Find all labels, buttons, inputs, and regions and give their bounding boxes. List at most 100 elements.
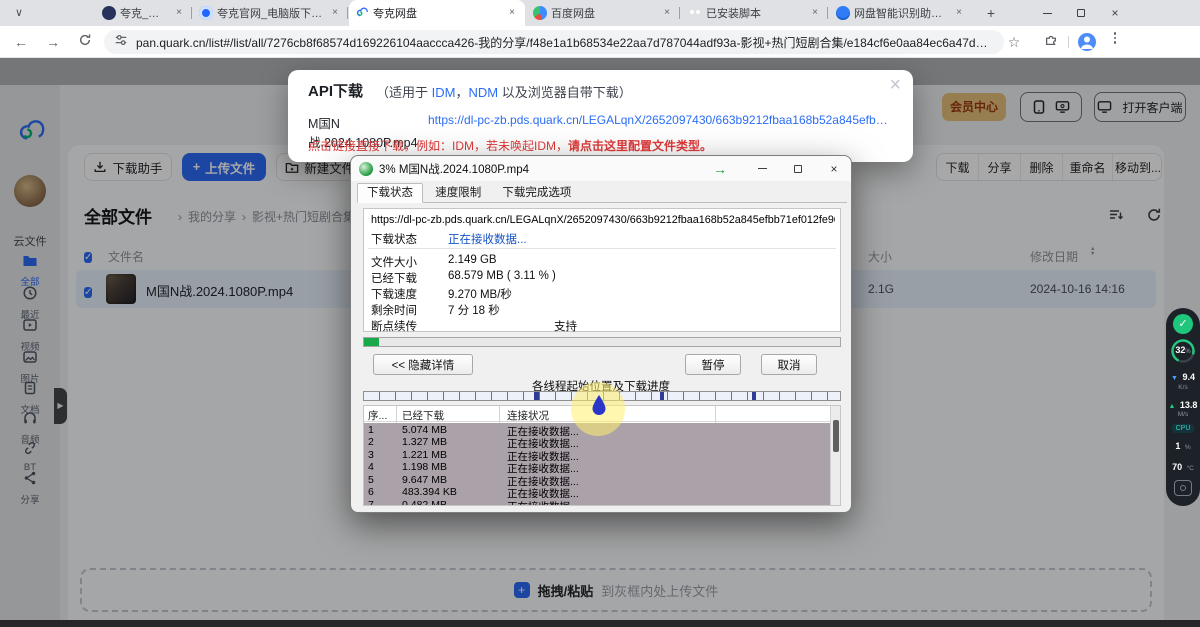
reload-button[interactable] [74, 32, 96, 52]
field-value: 9.270 MB/秒 [448, 286, 512, 302]
baidu-search-favicon [102, 6, 116, 20]
tab-close-icon[interactable]: × [505, 6, 519, 20]
tab-baidu-pan[interactable]: 百度网盘 × [527, 0, 680, 26]
idm-progress-bar [363, 337, 841, 347]
api-hint-text: 点击链接直接下载，例如：IDM，若未唤起IDM，请点击这里配置文件类型。 [308, 137, 712, 154]
tab-close-icon[interactable]: × [660, 6, 674, 20]
idm-tab-strip: 下载状态 速度限制 下载完成选项 [357, 183, 847, 203]
cpu-temp: 70 °C [1172, 458, 1194, 475]
api-modal-subtitle: （适用于 IDM，NDM 以及浏览器自带下载） [376, 82, 632, 101]
idm-status-box: https://dl-pc-zb.pds.quark.cn/LEGALqnX/2… [363, 208, 841, 332]
field-label: 文件大小 [371, 254, 417, 270]
tab-speed-limit[interactable]: 速度限制 [426, 184, 490, 204]
chrome-menu-icon[interactable] [1104, 32, 1126, 52]
idm-maximize-button[interactable] [781, 156, 815, 181]
cpu-usage: 1 % [1175, 437, 1190, 454]
col-no[interactable]: 序... [368, 408, 387, 423]
idm-drop-arrow-icon: → [703, 156, 737, 181]
site-settings-icon[interactable] [114, 33, 128, 52]
tab-title: 夸克网盘 [373, 5, 501, 21]
col-downloaded[interactable]: 已经下载 [402, 408, 444, 423]
field-label: 断点续传 [371, 318, 417, 334]
tab-close-icon[interactable]: × [328, 6, 342, 20]
url-text: pan.quark.cn/list#/list/all/7276cb8f6857… [136, 34, 994, 51]
tab-quark-official[interactable]: 夸克官网_电脑版下载_你的 × [193, 0, 348, 26]
ndm-link[interactable]: NDM [469, 85, 499, 100]
idm-minimize-button[interactable] [745, 156, 779, 181]
thread-row[interactable]: 59.647 MB正在接收数据... [364, 473, 831, 486]
field-value: 7 分 18 秒 [448, 302, 500, 318]
tab-title: 百度网盘 [551, 5, 656, 21]
tab-quark-baidu-search[interactable]: 夸克_百度搜索 × [96, 0, 192, 26]
tab-installed-scripts[interactable]: 已安装脚本 × [682, 0, 828, 26]
field-label: 下载状态 [371, 231, 417, 247]
scrollbar-thumb[interactable] [833, 420, 839, 452]
idm-window-title: 3% M国N战.2024.1080P.mp4 [379, 161, 529, 177]
screenshot-camera-icon[interactable] [1174, 480, 1192, 496]
tab-download-status[interactable]: 下载状态 [357, 183, 423, 203]
thread-row[interactable]: 70.482 MB正在接收数据 [364, 498, 831, 506]
back-button[interactable]: ← [10, 32, 32, 52]
browser-window: ∨ 夸克_百度搜索 × 夸克官网_电脑版下载_你的 × 夸克网盘 × 百度网盘 … [0, 0, 1200, 627]
pause-button[interactable]: 暂停 [685, 354, 741, 375]
divider [1068, 36, 1069, 48]
idm-source-url: https://dl-pc-zb.pds.quark.cn/LEGALqnX/2… [371, 214, 835, 226]
modal-close-icon[interactable]: × [889, 74, 901, 97]
col-status[interactable]: 连接状况 [507, 408, 549, 423]
tab-search-chevron-icon[interactable]: ∨ [8, 3, 30, 23]
idm-progress-fill [364, 338, 379, 346]
tab-title: 夸克_百度搜索 [120, 5, 168, 21]
cancel-button[interactable]: 取消 [761, 354, 817, 375]
api-download-modal: API下载 （适用于 IDM，NDM 以及浏览器自带下载） × M国N战.202… [288, 70, 913, 162]
idm-close-button[interactable]: × [817, 156, 851, 181]
thread-row[interactable]: 21.327 MB正在接收数据... [364, 436, 831, 449]
field-value: 68.579 MB ( 3.11 % ) [448, 270, 556, 282]
thread-row[interactable]: 31.221 MB正在接收数据... [364, 448, 831, 461]
security-shield-icon: ✓ [1173, 314, 1193, 334]
extensions-icon[interactable] [1040, 32, 1062, 52]
quark-official-favicon [199, 6, 213, 20]
tab-close-icon[interactable]: × [808, 6, 822, 20]
idm-link[interactable]: IDM [432, 85, 456, 100]
field-value: 正在接收数据... [448, 231, 527, 247]
divider [368, 248, 836, 249]
tab-close-icon[interactable]: × [172, 6, 186, 20]
forward-button[interactable]: → [42, 32, 64, 52]
minimize-icon [1043, 13, 1052, 14]
table-scrollbar[interactable] [830, 406, 840, 506]
window-close-button[interactable]: × [1100, 0, 1130, 26]
window-maximize-button[interactable] [1066, 0, 1096, 26]
maximize-icon [1077, 9, 1085, 17]
tab-on-complete[interactable]: 下载完成选项 [493, 184, 580, 204]
hide-details-button[interactable]: << 隐藏详情 [373, 354, 473, 375]
url-omnibox[interactable]: pan.quark.cn/list#/list/all/7276cb8f6857… [104, 30, 1004, 54]
idm-download-dialog: 3% M国N战.2024.1080P.mp4 → × 下载状态 速度限制 下载完… [350, 155, 852, 513]
tab-quark-pan-active[interactable]: 夸克网盘 × [349, 0, 525, 26]
quark-cloud-favicon [355, 6, 369, 20]
field-value: 2.149 GB [448, 254, 497, 266]
mouse-cursor [590, 394, 608, 416]
address-bar: ← → pan.quark.cn/list#/list/all/7276cb8f… [0, 26, 1200, 58]
new-tab-button[interactable]: + [980, 3, 1002, 23]
down-arrow-icon: ▼ [1171, 375, 1178, 382]
tampermonkey-favicon [688, 6, 702, 20]
bookmark-star-icon[interactable]: ☆ [1003, 32, 1025, 52]
upload-speed: ▲ 13.8 M/s [1169, 396, 1198, 420]
tab-title: 已安装脚本 [706, 5, 804, 21]
field-label: 已经下载 [371, 270, 417, 286]
window-minimize-button[interactable] [1032, 0, 1062, 26]
profile-avatar-icon[interactable] [1076, 33, 1098, 53]
tab-close-icon[interactable]: × [952, 6, 966, 20]
api-modal-title: API下载 [308, 80, 363, 101]
tab-title: 网盘智能识别助手 | 油小猴 [854, 5, 948, 21]
up-arrow-icon: ▲ [1169, 403, 1176, 410]
configure-link[interactable]: 请点击这里配置文件类型。 [568, 139, 712, 153]
thread-row[interactable]: 41.198 MB正在接收数据... [364, 461, 831, 474]
tab-pan-helper[interactable]: 网盘智能识别助手 | 油小猴 × [830, 0, 972, 26]
system-monitor-widget[interactable]: ✓ 32% ▼ 9.4 K/s ▲ 13.8 M/s CPU 1 % 70 °C [1166, 308, 1200, 506]
thread-row[interactable]: 6483.394 KB正在接收数据... [364, 486, 831, 499]
api-download-link[interactable]: https://dl-pc-zb.pds.quark.cn/LEGALqnX/2… [428, 113, 893, 127]
idm-app-icon [359, 162, 373, 176]
baidu-pan-favicon [533, 6, 547, 20]
monkey-helper-favicon [836, 6, 850, 20]
